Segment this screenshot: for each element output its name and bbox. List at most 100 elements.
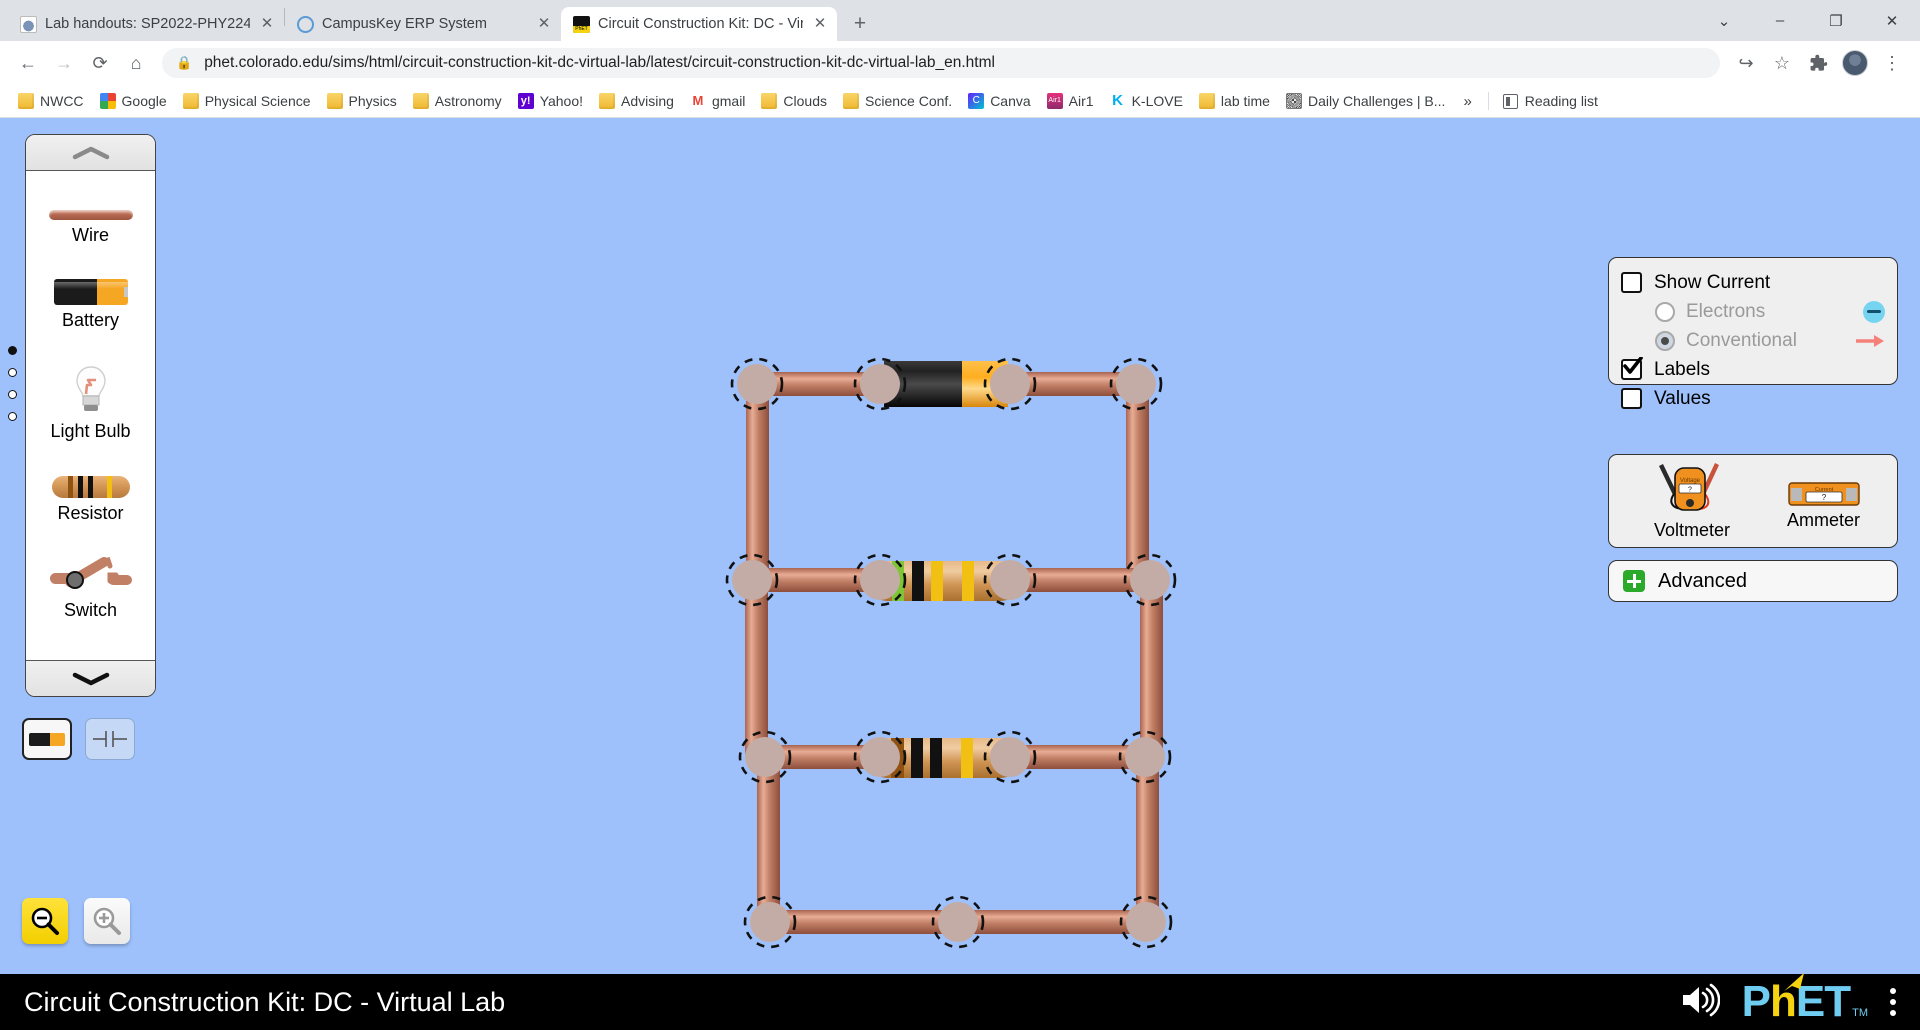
values-checkbox[interactable] bbox=[1621, 388, 1642, 409]
zoom-out-button[interactable] bbox=[22, 898, 68, 944]
zoom-in-button[interactable] bbox=[84, 898, 130, 944]
bookmark-gmail[interactable]: M gmail bbox=[682, 90, 753, 112]
folder-icon bbox=[18, 93, 34, 109]
labels-row[interactable]: Labels bbox=[1621, 355, 1885, 384]
speaker-icon[interactable] bbox=[1680, 983, 1720, 1022]
minimize-icon[interactable]: – bbox=[1752, 0, 1808, 41]
back-icon[interactable]: ← bbox=[10, 45, 46, 81]
extensions-puzzle-icon[interactable] bbox=[1800, 45, 1836, 81]
zoom-controls bbox=[22, 898, 130, 944]
wire-icon bbox=[48, 210, 133, 221]
bookmark-label: Advising bbox=[621, 93, 674, 109]
bookmark-label: NWCC bbox=[40, 93, 84, 109]
tab-close-icon[interactable]: ✕ bbox=[258, 15, 276, 33]
globe-favicon-icon bbox=[297, 15, 314, 33]
kebab-menu-icon[interactable] bbox=[1890, 988, 1896, 1016]
simulation-canvas[interactable]: Wire Battery Light Bulb Resistor Switch … bbox=[0, 118, 1920, 974]
maximize-icon[interactable]: ❐ bbox=[1808, 0, 1864, 41]
show-current-row[interactable]: Show Current bbox=[1621, 268, 1885, 297]
bookmark-label: Daily Challenges | B... bbox=[1307, 93, 1446, 109]
bookmark-science-conf[interactable]: Science Conf. bbox=[835, 90, 960, 112]
conventional-row[interactable]: Conventional bbox=[1621, 326, 1885, 355]
folder-icon bbox=[599, 93, 616, 109]
bookmark-nwcc[interactable]: NWCC bbox=[10, 90, 92, 112]
bookmark-yahoo[interactable]: y! Yahoo! bbox=[510, 90, 591, 112]
browser-menu-icon[interactable]: ⋮ bbox=[1874, 45, 1910, 81]
reading-list-icon bbox=[1502, 93, 1518, 109]
logo-arrow-icon bbox=[1783, 973, 1804, 991]
browser-tab-1[interactable]: CampusKey ERP System ✕ bbox=[285, 7, 561, 41]
arrow-symbol-icon bbox=[1855, 333, 1885, 349]
page-dot-3[interactable] bbox=[8, 390, 17, 399]
electron-symbol-icon bbox=[1863, 300, 1885, 323]
electrons-radio[interactable] bbox=[1655, 301, 1675, 322]
bookmark-canva[interactable]: C Canva bbox=[960, 90, 1038, 112]
tray-chevron-icon[interactable]: ⌄ bbox=[1696, 0, 1752, 41]
plus-icon[interactable] bbox=[1623, 570, 1645, 592]
address-bar[interactable]: 🔒 phet.colorado.edu/sims/html/circuit-co… bbox=[162, 48, 1720, 78]
bookmark-google[interactable]: Google bbox=[92, 90, 175, 112]
reload-icon[interactable]: ⟳ bbox=[82, 45, 118, 81]
bookmark-lab-time[interactable]: lab time bbox=[1191, 90, 1278, 112]
bookmark-label: Physical Science bbox=[204, 93, 311, 109]
bookmarks-overflow-button[interactable]: » bbox=[1453, 93, 1481, 110]
window-controls: ⌄ – ❐ ✕ bbox=[1696, 0, 1920, 41]
bookmark-astronomy[interactable]: Astronomy bbox=[405, 90, 510, 112]
conventional-radio[interactable] bbox=[1655, 330, 1675, 351]
ammeter-icon: Current ? bbox=[1787, 482, 1860, 506]
forward-icon[interactable]: → bbox=[46, 45, 82, 81]
home-icon[interactable]: ⌂ bbox=[118, 45, 154, 81]
show-current-checkbox[interactable] bbox=[1621, 272, 1642, 293]
capacitor-symbol-icon bbox=[92, 728, 128, 750]
element-type-battery[interactable] bbox=[22, 718, 72, 760]
browser-tab-2[interactable]: PhET Circuit Construction Kit: DC - Virt… bbox=[561, 7, 837, 41]
new-tab-button[interactable]: + bbox=[843, 7, 877, 41]
page-dot-4[interactable] bbox=[8, 412, 17, 421]
tab-close-icon[interactable]: ✕ bbox=[535, 15, 553, 33]
tab-close-icon[interactable]: ✕ bbox=[811, 15, 829, 33]
bookmark-advising[interactable]: Advising bbox=[591, 90, 682, 112]
values-label: Values bbox=[1654, 387, 1711, 409]
profile-avatar[interactable] bbox=[1842, 50, 1868, 76]
toolbox-page-indicators[interactable] bbox=[8, 346, 17, 421]
toolbox-item-resistor[interactable]: Resistor bbox=[26, 475, 155, 524]
bookmark-star-icon[interactable]: ☆ bbox=[1764, 45, 1800, 81]
page-dot-1[interactable] bbox=[8, 346, 17, 355]
advanced-label: Advanced bbox=[1658, 569, 1747, 592]
klove-icon: K bbox=[1112, 92, 1123, 109]
bookmark-air1[interactable]: Air1 Air1 bbox=[1039, 90, 1102, 112]
bookmark-klove[interactable]: K K-LOVE bbox=[1102, 90, 1191, 112]
bookmark-clouds[interactable]: Clouds bbox=[753, 90, 835, 112]
reading-list-button[interactable]: Reading list bbox=[1495, 90, 1606, 112]
bookmark-label: Google bbox=[121, 93, 167, 109]
bookmark-label: K-LOVE bbox=[1131, 93, 1183, 109]
zoom-out-icon bbox=[31, 907, 59, 935]
share-icon[interactable]: ↪ bbox=[1728, 45, 1764, 81]
ammeter-tool[interactable]: Current ? Ammeter bbox=[1787, 480, 1860, 531]
toolbox-item-switch[interactable]: Switch bbox=[26, 556, 155, 621]
labels-checkbox[interactable] bbox=[1621, 357, 1643, 380]
toolbox-scroll-up-button[interactable] bbox=[26, 135, 155, 171]
circuit-element-toolbox: Wire Battery Light Bulb Resistor Switch bbox=[25, 134, 156, 697]
browser-tab-0[interactable]: Lab handouts: SP2022-PHY22416 ✕ bbox=[8, 7, 284, 41]
folder-icon bbox=[1198, 93, 1215, 109]
bookmark-label: gmail bbox=[711, 93, 746, 109]
voltmeter-tool[interactable]: Voltage ? Voltmeter bbox=[1647, 460, 1737, 541]
toolbox-item-battery[interactable]: Battery bbox=[26, 279, 155, 331]
toolbox-items: Wire Battery Light Bulb Resistor Switch bbox=[26, 171, 155, 660]
values-row[interactable]: Values bbox=[1621, 384, 1885, 413]
bookmark-daily-challenges[interactable]: Daily Challenges | B... bbox=[1278, 90, 1453, 112]
toolbox-item-light-bulb[interactable]: Light Bulb bbox=[26, 364, 155, 442]
close-window-icon[interactable]: ✕ bbox=[1864, 0, 1920, 41]
zoom-in-icon bbox=[93, 907, 121, 935]
electrons-row[interactable]: Electrons bbox=[1621, 297, 1885, 326]
tab-title: Circuit Construction Kit: DC - Virt bbox=[598, 15, 803, 32]
bookmark-physical-science[interactable]: Physical Science bbox=[175, 90, 319, 112]
bookmark-physics[interactable]: Physics bbox=[319, 90, 405, 112]
phet-logo[interactable]: P h ET TM bbox=[1742, 973, 1868, 1027]
toolbox-item-wire[interactable]: Wire bbox=[26, 210, 155, 246]
advanced-accordion[interactable]: Advanced bbox=[1608, 560, 1898, 602]
page-dot-2[interactable] bbox=[8, 368, 17, 377]
element-type-capacitor[interactable] bbox=[85, 718, 135, 760]
toolbox-scroll-down-button[interactable] bbox=[26, 660, 155, 696]
